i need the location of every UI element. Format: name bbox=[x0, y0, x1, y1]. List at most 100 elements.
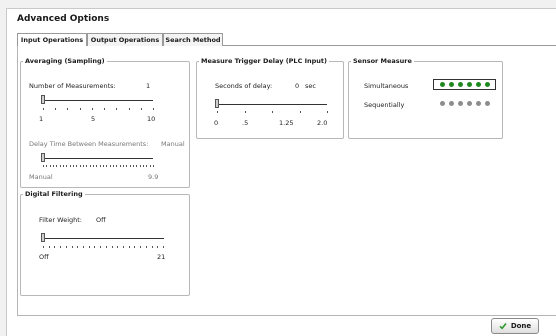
sequentially-option[interactable] bbox=[433, 98, 496, 109]
digital-filtering-title: Digital Filtering bbox=[23, 190, 85, 198]
tick-mark bbox=[123, 246, 124, 248]
tick-mark bbox=[149, 165, 151, 167]
tab-search-method[interactable]: Search Method bbox=[163, 33, 223, 46]
filter-max-label: 21 bbox=[157, 253, 166, 261]
filter-min-label: Off bbox=[39, 253, 49, 261]
tick-mark bbox=[66, 165, 68, 167]
indicator-led-icon bbox=[449, 82, 454, 87]
tick-mark bbox=[65, 246, 67, 248]
tick-mark bbox=[86, 165, 88, 167]
tick-mark bbox=[272, 111, 273, 113]
advanced-options-dialog: Advanced Options Input Operations Output… bbox=[6, 8, 556, 336]
tick-mark bbox=[77, 246, 79, 248]
indicator-led-icon bbox=[458, 82, 463, 87]
digital-filtering-group: Digital Filtering Filter Weight: Off Off… bbox=[20, 190, 190, 296]
tick-mark bbox=[119, 165, 121, 167]
tick-mark bbox=[55, 108, 57, 110]
tick-mark bbox=[93, 165, 94, 167]
number-of-measurements-slider[interactable] bbox=[41, 95, 45, 104]
trig-tick-05: .5 bbox=[242, 119, 249, 127]
tick-mark bbox=[153, 165, 154, 167]
tab-input-operations[interactable]: Input Operations bbox=[17, 33, 87, 47]
tick-mark bbox=[106, 165, 108, 167]
simultaneous-option[interactable] bbox=[433, 79, 496, 90]
tick-mark bbox=[327, 111, 328, 113]
tick-mark bbox=[111, 246, 113, 248]
tick-mark bbox=[163, 246, 164, 248]
dialog-title: Advanced Options bbox=[17, 14, 110, 24]
tick-mark bbox=[100, 246, 102, 248]
simultaneous-label[interactable]: Simultaneous bbox=[364, 82, 408, 90]
num-tick-label-mid: 5 bbox=[91, 115, 96, 123]
sensor-measure-title: Sensor Measure bbox=[351, 57, 414, 65]
done-button[interactable]: Done bbox=[491, 318, 539, 334]
tick-mark bbox=[145, 246, 147, 248]
indicator-led-icon bbox=[449, 101, 454, 106]
tick-mark bbox=[136, 165, 138, 167]
filter-weight-track bbox=[41, 238, 164, 239]
tick-mark bbox=[116, 165, 118, 167]
tick-mark bbox=[49, 165, 51, 167]
tick-mark bbox=[79, 108, 81, 110]
tick-mark bbox=[151, 246, 153, 248]
seconds-of-delay-label: Seconds of delay: bbox=[215, 82, 273, 90]
tick-mark bbox=[143, 165, 144, 167]
filter-weight-value: Off bbox=[96, 216, 106, 224]
delay-time-slider[interactable] bbox=[41, 153, 45, 162]
tick-mark bbox=[153, 108, 154, 110]
number-of-measurements-ticks bbox=[43, 108, 154, 112]
tick-mark bbox=[54, 246, 56, 248]
tick-mark bbox=[46, 165, 48, 167]
indicator-led-icon bbox=[476, 82, 481, 87]
tick-mark bbox=[94, 246, 96, 248]
filter-weight-slider[interactable] bbox=[41, 233, 45, 242]
trigger-delay-track bbox=[215, 104, 327, 105]
tick-mark bbox=[83, 165, 84, 167]
tab-output-operations[interactable]: Output Operations bbox=[87, 33, 163, 46]
sequentially-label[interactable]: Sequentially bbox=[364, 101, 404, 109]
indicator-led-icon bbox=[485, 82, 490, 87]
tick-mark bbox=[128, 108, 130, 110]
number-of-measurements-label: Number of Measurements: bbox=[29, 82, 116, 90]
tick-mark bbox=[48, 246, 50, 248]
delay-time-label: Delay Time Between Measurements: bbox=[29, 140, 149, 148]
num-tick-label-max: 10 bbox=[147, 115, 156, 123]
indicator-led-icon bbox=[458, 101, 463, 106]
tick-mark bbox=[140, 246, 142, 248]
trigger-delay-ticks bbox=[217, 111, 328, 115]
filter-weight-label: Filter Weight: bbox=[39, 216, 82, 224]
tick-mark bbox=[76, 165, 78, 167]
delay-max-label: 9.9 bbox=[148, 173, 159, 181]
indicator-led-icon bbox=[440, 101, 445, 106]
tick-mark bbox=[43, 108, 44, 110]
tick-mark bbox=[99, 165, 101, 167]
num-tick-label-min: 1 bbox=[39, 115, 44, 123]
delay-min-label: Manual bbox=[29, 173, 53, 181]
tick-mark bbox=[217, 111, 218, 113]
tick-mark bbox=[157, 246, 159, 248]
tick-mark bbox=[67, 108, 69, 110]
tick-mark bbox=[59, 165, 61, 167]
tick-mark bbox=[123, 165, 124, 167]
tick-mark bbox=[140, 108, 142, 110]
tab-bar: Input Operations Output Operations Searc… bbox=[17, 33, 556, 47]
sensor-measure-group: Sensor Measure Simultaneous Sequentially bbox=[348, 57, 503, 139]
tick-mark bbox=[113, 165, 114, 167]
tick-mark bbox=[63, 165, 64, 167]
tick-mark bbox=[146, 165, 148, 167]
trigger-delay-slider[interactable] bbox=[215, 99, 219, 108]
tick-mark bbox=[128, 246, 130, 248]
tick-mark bbox=[104, 108, 106, 110]
delay-time-ticks bbox=[43, 165, 154, 169]
trig-tick-0: 0 bbox=[214, 119, 219, 127]
tick-mark bbox=[53, 165, 54, 167]
seconds-unit: sec bbox=[305, 82, 316, 90]
tick-mark bbox=[103, 165, 104, 167]
tick-mark bbox=[244, 111, 246, 113]
number-of-measurements-value: 1 bbox=[146, 82, 151, 90]
tick-mark bbox=[133, 165, 134, 167]
tick-mark bbox=[88, 246, 90, 248]
tick-mark bbox=[56, 165, 58, 167]
tick-mark bbox=[139, 165, 141, 167]
tick-mark bbox=[91, 108, 93, 110]
